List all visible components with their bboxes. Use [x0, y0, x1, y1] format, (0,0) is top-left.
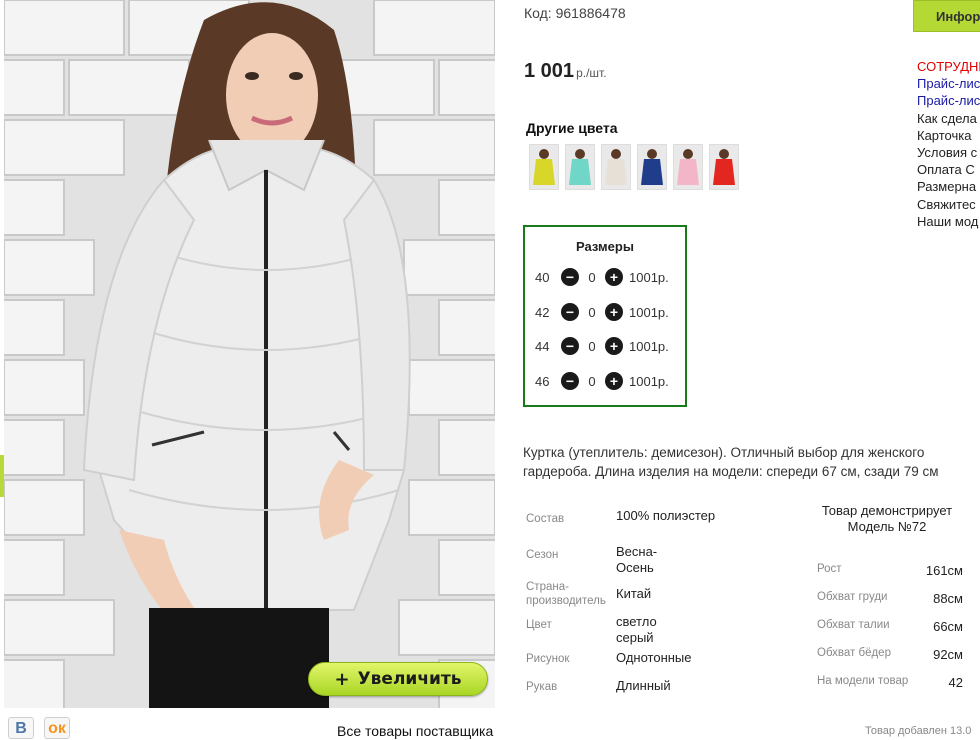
sidebar-link-size-chart[interactable]: Размерна	[917, 178, 980, 195]
ok-share-button[interactable]: ок	[44, 717, 70, 739]
vk-share-button[interactable]: В	[8, 717, 34, 739]
property-value: светло серый	[616, 614, 657, 645]
plus-icon[interactable]: +	[605, 303, 623, 321]
added-date: Товар добавлен 13.0	[865, 725, 972, 737]
quantity-value: 0	[588, 269, 596, 285]
quantity-value: 0	[588, 304, 596, 320]
property-label: Цвет	[526, 619, 552, 631]
model-value: 66см	[933, 619, 963, 634]
model-label: Рост	[817, 563, 842, 575]
other-colors-title: Другие цвета	[526, 120, 618, 136]
product-photo-image	[4, 0, 495, 708]
color-swatch-red[interactable]	[709, 144, 739, 190]
sidebar-links: СОТРУДНИ Прайс-лис Прайс-лис Как сдела К…	[917, 58, 980, 230]
sidebar-link-conditions[interactable]: Условия с	[917, 144, 980, 161]
plus-icon: +	[334, 668, 350, 690]
zoom-label: Увеличить	[357, 669, 462, 689]
product-price: 1 001 р./шт.	[524, 60, 607, 83]
sizes-panel: Размеры 40 − 0 + 1001р. 42 − 0 + 1001р. …	[523, 225, 687, 407]
property-value: Длинный	[616, 678, 671, 693]
plus-icon[interactable]: +	[605, 372, 623, 390]
property-label: Состав	[526, 513, 565, 525]
plus-icon[interactable]: +	[605, 268, 623, 286]
property-value: Китай	[616, 586, 652, 601]
size-row: 40 − 0 + 1001р.	[535, 267, 669, 287]
sidebar-link-card[interactable]: Карточка	[917, 127, 980, 144]
size-label: 44	[535, 338, 550, 354]
size-price: 1001р.	[629, 269, 669, 285]
info-button[interactable]: Инфор	[913, 0, 980, 32]
quantity-value: 0	[588, 373, 596, 389]
size-row: 46 − 0 + 1001р.	[535, 371, 669, 391]
model-label: Обхват бёдер	[817, 647, 891, 659]
minus-icon[interactable]: −	[561, 268, 579, 286]
color-swatch-yellow[interactable]	[529, 144, 559, 190]
size-label: 40	[535, 269, 550, 285]
size-price: 1001р.	[629, 338, 669, 354]
size-row: 42 − 0 + 1001р.	[535, 302, 669, 322]
color-swatch-navy[interactable]	[637, 144, 667, 190]
minus-icon[interactable]: −	[561, 337, 579, 355]
product-photo[interactable]: + Увеличить	[4, 0, 495, 708]
vk-icon: В	[15, 720, 27, 737]
minus-icon[interactable]: −	[561, 303, 579, 321]
model-label: На модели товар	[817, 675, 909, 687]
sidebar-link-pricelist-2[interactable]: Прайс-лис	[917, 92, 980, 109]
property-label: Страна-производитель	[526, 581, 606, 607]
ok-icon: ок	[48, 720, 66, 737]
model-value: 92см	[933, 647, 963, 662]
minus-icon[interactable]: −	[561, 372, 579, 390]
quantity-value: 0	[588, 338, 596, 354]
property-label: Рисунок	[526, 653, 570, 665]
size-price: 1001р.	[629, 304, 669, 320]
model-label: Обхват груди	[817, 591, 888, 603]
color-swatch-mint[interactable]	[565, 144, 595, 190]
property-label: Сезон	[526, 549, 559, 561]
color-swatches	[529, 144, 739, 190]
sidebar-link-contact[interactable]: Свяжитес	[917, 196, 980, 213]
sidebar-link-staff[interactable]: СОТРУДНИ	[917, 58, 980, 75]
left-edge-tab[interactable]	[0, 455, 4, 497]
property-value: Однотонные	[616, 650, 692, 665]
sidebar-link-how-to-order[interactable]: Как сдела	[917, 110, 980, 127]
model-value: 88см	[933, 591, 963, 606]
color-swatch-beige[interactable]	[601, 144, 631, 190]
model-value: 42	[948, 675, 963, 690]
size-price: 1001р.	[629, 373, 669, 389]
product-code: Код: 961886478	[524, 5, 626, 21]
zoom-button[interactable]: + Увеличить	[308, 662, 488, 696]
size-label: 46	[535, 373, 550, 389]
price-unit: р./шт.	[576, 66, 607, 80]
size-row: 44 − 0 + 1001р.	[535, 336, 669, 356]
product-description: Куртка (утеплитель: демисезон). Отличный…	[523, 445, 939, 479]
model-value: 161см	[925, 563, 963, 578]
property-value: Весна-Осень	[616, 544, 658, 575]
model-label: Обхват талии	[817, 619, 890, 631]
sidebar-link-payment[interactable]: Оплата С	[917, 161, 980, 178]
price-value: 1 001	[524, 60, 575, 82]
sidebar-link-models[interactable]: Наши мод	[917, 213, 980, 230]
sidebar-link-pricelist-1[interactable]: Прайс-лис	[917, 75, 980, 92]
property-label: Рукав	[526, 681, 558, 693]
sizes-title: Размеры	[576, 239, 634, 254]
plus-icon[interactable]: +	[605, 337, 623, 355]
model-heading: Товар демонстрирует Модель №72	[821, 503, 953, 534]
property-value: 100% полиэстер	[616, 508, 716, 523]
size-label: 42	[535, 304, 550, 320]
color-swatch-pink[interactable]	[673, 144, 703, 190]
